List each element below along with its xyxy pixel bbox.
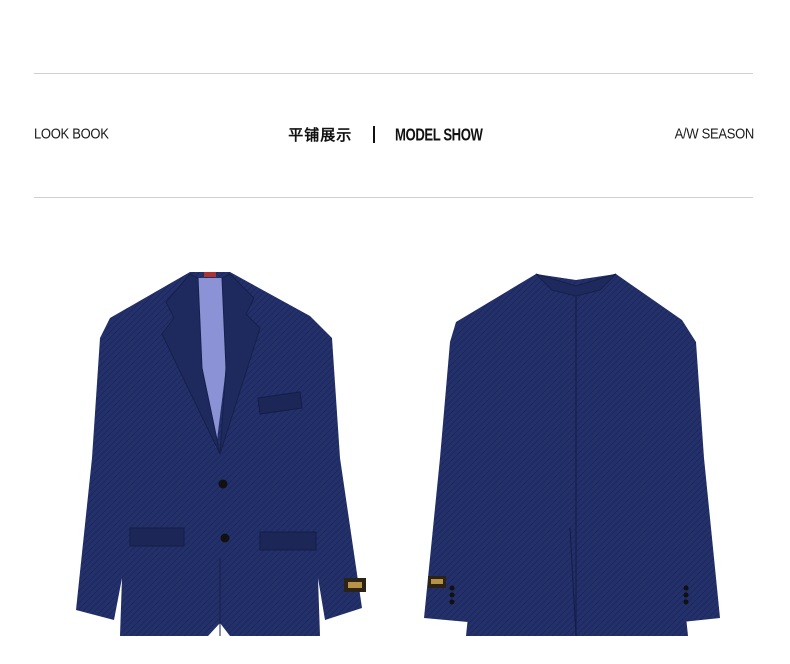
section-title-cn: 平铺展示 bbox=[288, 127, 353, 144]
button-lower bbox=[220, 533, 230, 543]
section-title-en: MODEL SHOW bbox=[395, 126, 483, 145]
bottom-divider bbox=[34, 197, 753, 198]
jacket-back-image bbox=[424, 273, 720, 637]
right-flap-pocket bbox=[259, 531, 317, 551]
section-title: 平铺展示 MODEL SHOW bbox=[0, 124, 790, 145]
button-upper bbox=[218, 479, 228, 489]
jacket-front-image bbox=[76, 272, 366, 636]
top-divider bbox=[34, 73, 753, 74]
season-label: A/W SEASON bbox=[674, 124, 755, 143]
sleeve-buttons-right bbox=[683, 585, 689, 605]
collar-tag bbox=[204, 272, 216, 277]
left-flap-pocket bbox=[129, 527, 185, 547]
sleeve-buttons-left bbox=[449, 585, 455, 605]
title-separator bbox=[372, 126, 375, 143]
